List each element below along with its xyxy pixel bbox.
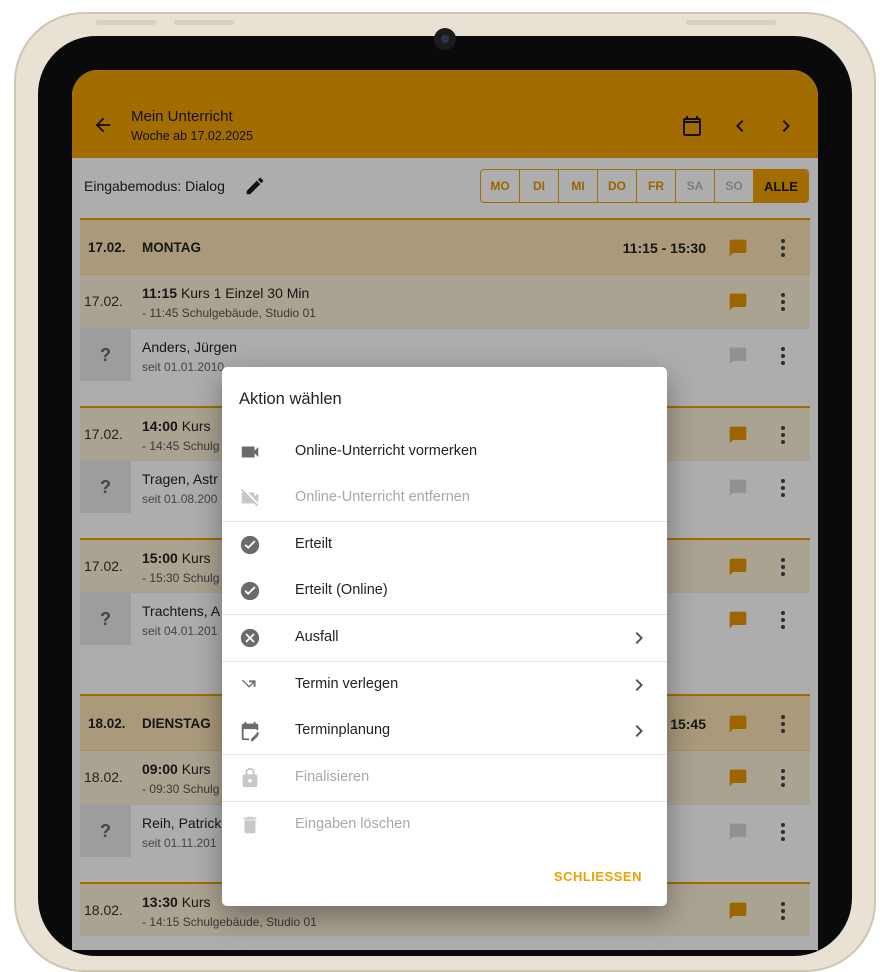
action-label: Eingaben löschen [295,816,411,832]
chevron-right-icon [635,632,643,644]
videocam-icon [241,446,259,458]
close-button[interactable]: SCHLIESSEN [554,869,642,884]
action-terminplanung[interactable]: Terminplanung [222,708,667,754]
chevron-right-icon [635,725,643,737]
action-online-vormerken[interactable]: Online-Unterricht vormerken [222,429,667,475]
action-eingaben-loeschen: Eingaben löschen [222,802,667,848]
action-label: Erteilt (Online) [295,582,388,598]
trash-icon [243,816,257,834]
camera-icon [434,28,456,50]
action-dialog: Aktion wählen Online-Unterricht vormerke… [222,367,667,906]
action-erteilt-online[interactable]: Erteilt (Online) [222,568,667,614]
action-termin-verlegen[interactable]: Termin verlegen [222,662,667,708]
action-label: Terminplanung [295,722,391,738]
action-label: Ausfall [295,629,339,645]
action-ausfall[interactable]: Ausfall [222,615,667,661]
move-arrow-icon [241,679,256,688]
dialog-title: Aktion wählen [239,390,342,408]
action-online-entfernen: Online-Unterricht entfernen [222,475,667,521]
action-erteilt[interactable]: Erteilt [222,522,667,568]
lock-icon [242,767,258,788]
calendar-edit-icon [241,721,260,742]
action-label: Online-Unterricht entfernen [295,489,470,505]
power-button [686,20,776,25]
cancel-circle-icon [240,628,260,648]
action-label: Finalisieren [295,769,370,785]
volume-button [96,20,156,25]
action-label: Online-Unterricht vormerken [295,443,478,459]
action-finalisieren: Finalisieren [222,755,667,801]
volume-button [174,20,234,25]
videocam-off-icon [240,488,259,507]
check-circle-icon [240,581,260,601]
action-label: Termin verlegen [295,676,399,692]
action-label: Erteilt [295,536,333,552]
check-circle-icon [240,535,260,555]
chevron-right-icon [635,679,643,691]
